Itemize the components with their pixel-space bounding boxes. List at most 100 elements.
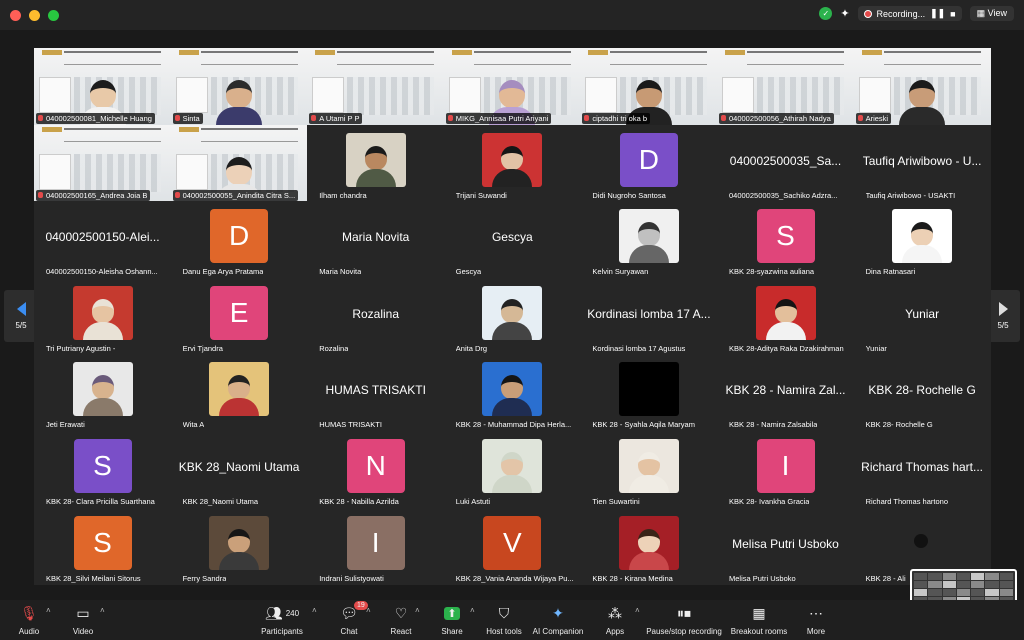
participant-tile[interactable]: 040002500165_Andrea Joia B: [34, 124, 171, 202]
participant-tile[interactable]: D Danu Ega Arya Pratama: [170, 201, 308, 279]
apps-label: Apps: [605, 627, 625, 636]
participant-tile[interactable]: KBK 28-Aditya Raka Dzakirahman: [717, 277, 854, 355]
participant-tile[interactable]: Sinta: [170, 48, 308, 125]
participant-tile[interactable]: Richard Thomas hart... Richard Thomas har…: [853, 431, 991, 508]
participant-display-name: KBK 28- Rochelle G: [868, 383, 976, 398]
close-window-button[interactable]: [10, 9, 21, 21]
participant-name-label: Arieski: [855, 113, 892, 124]
chat-label: Chat: [340, 627, 358, 636]
meeting-toolbar: 🎙︎ Audio ˄ ▭ Video ˄ 👥︎ 240 Participants …: [0, 600, 1024, 640]
participant-tile[interactable]: KBK 28 - Kirana Medina: [580, 507, 718, 585]
avatar-initial: I: [756, 439, 815, 493]
participant-tile[interactable]: KBK 28 - Syahla Aqila Maryam: [580, 354, 718, 432]
apps-options-chevron-icon[interactable]: ˄: [635, 606, 640, 615]
thumbnail-cell: [956, 588, 971, 596]
participant-tile[interactable]: ciptadhi tri oka b: [580, 48, 718, 125]
participant-tile[interactable]: Anita Drg: [443, 277, 581, 355]
security-shield-icon[interactable]: ✓: [819, 7, 833, 20]
profile-photo: [345, 132, 406, 187]
profile-photo: [618, 439, 679, 493]
participant-name-label: Kelvin Suryawan: [592, 267, 649, 277]
profile-photo: [482, 362, 543, 417]
participant-tile[interactable]: D Didi Nugroho Santosa: [580, 124, 718, 202]
participant-tile[interactable]: Taufiq Ariwibowo - U... Taufiq Ariwibowo …: [853, 124, 991, 202]
slide-background: [337, 51, 435, 65]
pause-stop-recording-button[interactable]: ⏸︎⏹︎ Pause/stop recording: [646, 604, 722, 637]
participant-tile[interactable]: S KBK 28_Silvi Meilani Sitorus: [34, 507, 171, 585]
mic-muted-icon: [584, 115, 590, 121]
participant-tile[interactable]: Rozalina Rozalina: [307, 277, 445, 355]
participant-name: 040002500081_Michelle Huang: [46, 114, 152, 123]
next-page-button[interactable]: 5/5: [986, 290, 1020, 342]
participant-tile[interactable]: Wita A: [170, 354, 308, 432]
thumbnail-cell: [985, 573, 999, 580]
profile-photo: [618, 362, 679, 417]
participant-tile[interactable]: 040002500055_Anindita Citra S...: [170, 124, 308, 202]
pause-icon[interactable]: ❚❚: [930, 8, 945, 19]
participant-name-label: KBK 28_Naomi Utama: [182, 497, 259, 506]
participant-tile[interactable]: V KBK 28_Vania Ananda Wijaya Pu...: [443, 507, 581, 585]
participant-tile[interactable]: S KBK 28-syazwina auliana: [717, 201, 854, 279]
participants-label: Participants: [261, 627, 303, 636]
participant-tile[interactable]: Yuniar Yuniar: [853, 277, 991, 355]
participant-tile[interactable]: E Ervi Tjandra: [170, 277, 308, 355]
stop-icon[interactable]: ■: [950, 9, 955, 19]
participant-tile[interactable]: S KBK 28- Clara Pricilla Suarthana: [34, 431, 171, 508]
participant-tile[interactable]: N KBK 28 - Nabilla Azrilda: [307, 431, 445, 508]
participant-name-label: HUMAS TRISAKTI: [319, 420, 382, 430]
more-button[interactable]: ⋯ More: [783, 604, 849, 637]
participant-tile[interactable]: Gescya Gescya: [443, 201, 581, 279]
maximize-window-button[interactable]: [48, 9, 59, 21]
participant-tile[interactable]: Ferry Sandra: [170, 507, 308, 585]
minimize-window-button[interactable]: [29, 9, 40, 21]
participants-button[interactable]: 👥︎ 240 Participants: [249, 604, 315, 637]
participant-tile[interactable]: 040002500081_Michelle Huang: [34, 48, 171, 125]
participant-tile[interactable]: Tri Putriany Agustin -: [34, 277, 171, 355]
participant-tile[interactable]: MIKG_Annisaa Putri Ariyani: [443, 48, 581, 125]
video-button[interactable]: ▭ Video: [50, 604, 116, 637]
participant-tile[interactable]: HUMAS TRISAKTI HUMAS TRISAKTI: [307, 354, 445, 432]
participant-tile[interactable]: Kordinasi lomba 17 A... Kordinasi lomba 1…: [580, 277, 718, 355]
participant-tile[interactable]: Dina Ratnasari: [853, 201, 991, 279]
arrow-right-icon: [998, 302, 1008, 316]
avatar-initial: S: [73, 515, 132, 570]
profile-photo: [482, 132, 543, 187]
participant-tile[interactable]: Maria Novita Maria Novita: [307, 201, 445, 279]
participant-tile[interactable]: Melisa Putri Usboko Melisa Putri Usboko: [717, 507, 854, 585]
participant-tile[interactable]: Ilham chandra: [307, 124, 445, 202]
participant-video: [216, 80, 263, 125]
participants-icon: 👥︎ 240: [264, 604, 300, 621]
avatar-initial: V: [483, 515, 542, 570]
participant-tile[interactable]: KBK 28- Rochelle G KBK 28- Rochelle G: [853, 354, 991, 432]
participant-tile[interactable]: Tien Suwartini: [580, 431, 718, 508]
participant-name-label: 040002500056_Athirah Nadya: [719, 113, 834, 124]
avatar-initial: I: [346, 515, 405, 570]
participant-tile[interactable]: Kelvin Suryawan: [580, 201, 718, 279]
participant-tile[interactable]: 040002500056_Athirah Nadya: [717, 48, 854, 125]
participant-tile[interactable]: 040002500035_Sa... 040002500035_Sachiko A…: [717, 124, 854, 202]
slide-background: [74, 153, 161, 192]
slide-background: [883, 51, 981, 65]
view-button[interactable]: ▦ View: [969, 6, 1014, 21]
participant-name-label: Gescya: [455, 267, 482, 277]
participant-tile[interactable]: KBK 28_Naomi Utama KBK 28_Naomi Utama: [170, 431, 308, 508]
previous-page-button[interactable]: 5/5: [4, 290, 38, 342]
participant-name-label: Anita Drg: [455, 343, 488, 353]
participant-tile[interactable]: Trijani Suwandi: [443, 124, 581, 202]
participant-name-label: 040002500165_Andrea Joia B: [36, 189, 151, 201]
participant-tile[interactable]: Jeti Erawati: [34, 354, 171, 432]
participant-tile[interactable]: Arieski: [853, 48, 991, 125]
participant-tile[interactable]: A Utami P P: [307, 48, 445, 125]
participant-name-label: KBK 28 - Nabilla Azrilda: [319, 497, 399, 506]
participant-name-label: A Utami P P: [309, 113, 363, 124]
participant-tile[interactable]: I Indrani Sulistyowati: [307, 507, 445, 585]
participant-tile[interactable]: I KBK 28- Ivankha Gracia: [717, 431, 854, 508]
participant-name-label: Dina Ratnasari: [865, 267, 916, 277]
participant-tile[interactable]: KBK 28 - Muhammad Dipa Herla...: [443, 354, 581, 432]
recording-indicator[interactable]: Recording... ❚❚ ■: [857, 6, 962, 21]
participant-tile[interactable]: 040002500150-Alei... 040002500150-Aleisha…: [34, 201, 171, 279]
video-options-chevron-icon[interactable]: ˄: [100, 606, 105, 615]
participant-tile[interactable]: KBK 28 - Namira Zal... KBK 28 - Namira Za…: [717, 354, 854, 432]
participant-tile[interactable]: Luki Astuti: [443, 431, 581, 508]
sparkle-icon[interactable]: ✦: [840, 7, 849, 20]
